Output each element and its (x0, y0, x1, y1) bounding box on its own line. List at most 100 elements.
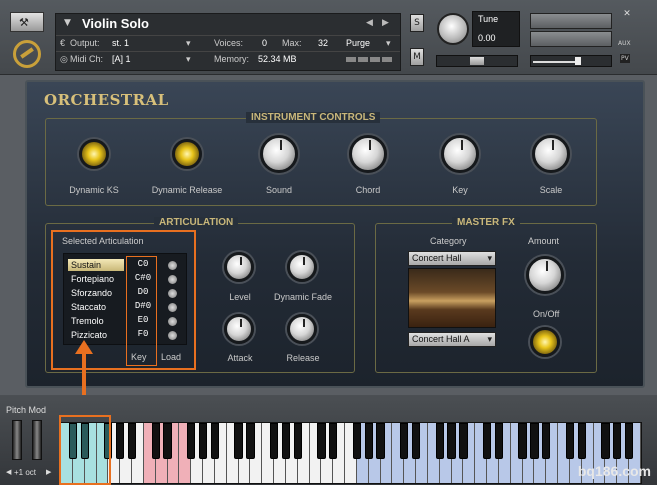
black-key[interactable] (116, 423, 125, 459)
aux-button[interactable]: AUX (618, 40, 631, 47)
purge-menu[interactable]: Purge (346, 38, 370, 48)
dynamic-release-button[interactable] (172, 139, 202, 169)
dynamic-release-label: Dynamic Release (151, 185, 223, 195)
mute-button[interactable]: M (410, 48, 424, 66)
black-key[interactable] (494, 423, 504, 459)
black-key[interactable] (411, 423, 421, 459)
category-dropdown[interactable]: Concert Hall (408, 251, 496, 266)
pan-slider[interactable] (436, 55, 518, 67)
purge-dropdown-icon[interactable]: ▾ (386, 38, 391, 49)
wrench-button[interactable]: ⚒ (10, 12, 44, 32)
black-key[interactable] (246, 423, 255, 459)
octave-down-icon[interactable]: ◀ (6, 468, 11, 476)
volume-handle[interactable] (575, 57, 581, 65)
pv-button[interactable]: PV (620, 54, 630, 63)
pitch-mod-label: Pitch Mod (6, 405, 47, 415)
key-label: Key (452, 185, 468, 195)
black-key[interactable] (364, 423, 373, 459)
chord-label: Chord (355, 185, 381, 195)
black-key[interactable] (293, 423, 302, 459)
black-key[interactable] (317, 423, 326, 459)
midi-channel-value[interactable]: [A] 1 (112, 54, 131, 64)
black-key[interactable] (435, 423, 444, 459)
dynamic-ks-button[interactable] (79, 139, 109, 169)
black-key[interactable] (577, 423, 586, 459)
output-dropdown-icon[interactable]: ▾ (186, 38, 191, 49)
tune-label: Tune (478, 14, 499, 24)
sound-knob[interactable] (260, 135, 298, 173)
output-value[interactable]: st. 1 (112, 38, 129, 48)
amount-knob[interactable] (526, 256, 564, 294)
black-key[interactable] (601, 423, 610, 459)
black-key[interactable] (482, 423, 492, 459)
amount-label: Amount (528, 236, 560, 246)
instrument-header: ⚒ ▼ Violin Solo ◀ ▶ € Output: st. 1 ▾ Vo… (0, 0, 657, 75)
black-key[interactable] (625, 423, 634, 459)
black-key[interactable] (281, 423, 291, 459)
reverb-preset-dropdown[interactable]: Concert Hall A (408, 332, 496, 347)
black-key[interactable] (234, 423, 243, 459)
scale-label: Scale (539, 185, 563, 195)
collapse-arrow-icon[interactable]: ▼ (64, 18, 71, 28)
level-knob[interactable] (224, 252, 254, 282)
black-key[interactable] (565, 423, 575, 459)
max-label: Max: (282, 38, 302, 48)
max-voices-value[interactable]: 32 (318, 38, 328, 48)
chord-knob[interactable] (349, 135, 387, 173)
black-key[interactable] (127, 423, 137, 459)
watermark: bq186.com (577, 463, 651, 479)
black-key[interactable] (613, 423, 622, 459)
prev-instrument-icon[interactable]: ◀ (366, 18, 373, 28)
black-key[interactable] (151, 423, 160, 459)
highlight-arrow-head (75, 340, 93, 354)
on-off-button[interactable] (530, 327, 560, 357)
master-fx-group: MASTER FX Category Concert Hall Concert … (375, 217, 597, 373)
release-label: Release (286, 353, 320, 363)
dynamic-ks-label: Dynamic KS (69, 185, 119, 195)
black-key[interactable] (198, 423, 208, 459)
black-key[interactable] (459, 423, 468, 459)
keyswitch-highlight (59, 415, 111, 485)
tune-value[interactable]: 0.00 (478, 33, 496, 43)
attack-knob[interactable] (224, 314, 254, 344)
next-instrument-icon[interactable]: ▶ (382, 18, 389, 28)
solo-button[interactable]: S (410, 14, 424, 32)
volume-slider[interactable] (530, 55, 612, 67)
dynamic-fade-knob[interactable] (287, 252, 317, 282)
release-knob[interactable] (287, 314, 317, 344)
volume-fill (533, 61, 579, 63)
mod-wheel[interactable] (32, 420, 42, 460)
piano-keyboard[interactable] (60, 422, 642, 484)
master-fx-title: MASTER FX (452, 217, 520, 228)
logo-icon (13, 40, 41, 68)
black-key[interactable] (269, 423, 279, 459)
close-icon[interactable]: ✕ (620, 9, 634, 19)
black-key[interactable] (447, 423, 456, 459)
instrument-name[interactable]: Violin Solo (82, 16, 149, 31)
tune-knob[interactable] (437, 13, 469, 45)
scale-knob[interactable] (532, 135, 570, 173)
black-key[interactable] (518, 423, 527, 459)
instrument-controls-title: INSTRUMENT CONTROLS (246, 112, 381, 123)
concert-hall-image (408, 268, 496, 328)
black-key[interactable] (187, 423, 196, 459)
category-label: Category (430, 236, 467, 246)
black-key[interactable] (530, 423, 539, 459)
pitch-wheel[interactable] (12, 420, 22, 460)
midi-dropdown-icon[interactable]: ▾ (186, 54, 191, 65)
black-key[interactable] (376, 423, 385, 459)
pan-handle[interactable] (470, 57, 484, 65)
key-knob[interactable] (441, 135, 479, 173)
octave-label: +1 oct (14, 468, 37, 477)
octave-up-icon[interactable]: ▶ (46, 468, 51, 476)
midi-label: Midi Ch: (70, 54, 104, 64)
voices-label: Voices: (214, 38, 244, 48)
output-label: Output: (70, 38, 100, 48)
key-column-highlight (126, 256, 157, 366)
black-key[interactable] (210, 423, 220, 459)
black-key[interactable] (329, 423, 338, 459)
black-key[interactable] (542, 423, 551, 459)
black-key[interactable] (352, 423, 362, 459)
black-key[interactable] (163, 423, 172, 459)
black-key[interactable] (400, 423, 409, 459)
